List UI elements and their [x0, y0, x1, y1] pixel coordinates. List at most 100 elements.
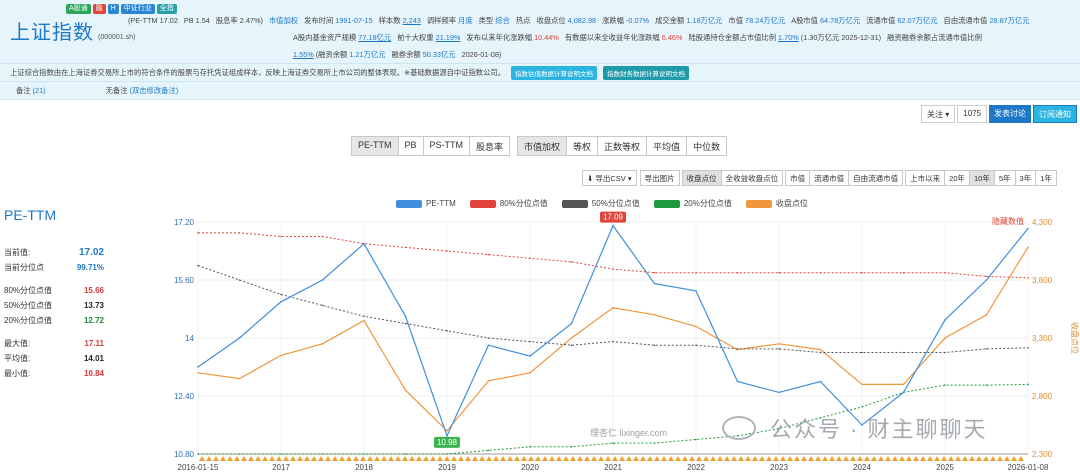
period-5y[interactable]: 5年	[993, 170, 1016, 186]
hide-values-toggle[interactable]: 隐藏数值	[992, 216, 1024, 226]
opt-float-cap[interactable]: 流通市值	[809, 170, 850, 186]
min-value-label: 10.98	[437, 438, 458, 447]
notes-count-link[interactable]: (21)	[33, 86, 46, 95]
data-point	[695, 325, 697, 328]
event-marker	[304, 456, 310, 461]
event-marker	[934, 456, 940, 461]
margin-date: 2026-01-08)	[461, 50, 502, 59]
event-marker	[479, 456, 485, 461]
tab-pe-ttm[interactable]: PE-TTM	[351, 136, 399, 156]
data-point	[404, 246, 407, 249]
data-point	[487, 253, 490, 256]
legend-p20[interactable]: 20%分位点值	[653, 198, 732, 209]
data-point	[446, 329, 448, 332]
edit-note-link[interactable]: (双击修改备注)	[130, 86, 179, 95]
samples-link[interactable]: 2,243	[403, 16, 421, 25]
legend-close[interactable]: 收盘点位	[745, 198, 808, 209]
legend-pe[interactable]: PE-TTM	[396, 199, 456, 208]
data-point	[1027, 383, 1029, 386]
data-point	[612, 340, 614, 343]
tab-equal-weight[interactable]: 等权	[566, 136, 599, 156]
tab-positive-equal-weight[interactable]: 正数等权	[597, 136, 648, 156]
event-marker	[283, 456, 289, 461]
tab-average[interactable]: 平均值	[646, 136, 688, 156]
data-point	[529, 445, 531, 448]
data-point	[487, 337, 490, 339]
stat-p20: 20%分位点值 12.72	[4, 316, 104, 325]
data-point	[736, 380, 739, 383]
opt-market-cap[interactable]: 市值	[785, 170, 811, 186]
period-3y[interactable]: 3年	[1014, 170, 1037, 186]
event-marker	[794, 456, 800, 461]
hot-label[interactable]: 热点	[516, 16, 531, 26]
data-point	[570, 261, 573, 263]
data-point	[238, 337, 241, 339]
period-since-listing[interactable]: 上市以来	[905, 170, 946, 186]
period-20y[interactable]: 20年	[944, 170, 971, 186]
event-marker	[836, 456, 842, 461]
index-code: (000001.sh)	[98, 34, 136, 41]
tab-dividend-yield[interactable]: 股息率	[469, 136, 511, 156]
period-1y[interactable]: 1年	[1035, 170, 1057, 186]
margin-ratio-link[interactable]: 1.55%	[293, 50, 314, 59]
post-discussion-button[interactable]: 发表讨论	[989, 105, 1032, 123]
tab-ps-ttm[interactable]: PS-TTM	[422, 136, 471, 156]
x-tick-label: 2016-01-15	[178, 463, 219, 472]
export-image-button[interactable]: 导出图片	[639, 170, 680, 186]
annual-return: 10.44%	[534, 33, 559, 42]
tab-pb[interactable]: PB	[397, 136, 424, 156]
x-tick-label: 2018	[355, 463, 373, 472]
data-point	[944, 319, 946, 321]
data-point	[778, 391, 780, 394]
follow-button[interactable]: 关注 ▾	[921, 105, 956, 123]
weight-link[interactable]: 市值加权	[269, 16, 298, 26]
opt-total-return-close[interactable]: 全收益收盘点位	[720, 170, 784, 186]
cap-type-group: 市值 流通市值 自由流通市值	[785, 170, 904, 186]
index-badges: A股通 融 H 中证行业 全指	[66, 4, 177, 14]
close-value: 4,082.98	[567, 16, 597, 25]
event-marker	[248, 456, 254, 461]
data-point	[529, 355, 531, 357]
event-marker	[311, 456, 317, 461]
event-marker	[766, 456, 772, 461]
event-marker	[227, 456, 233, 461]
event-marker	[717, 456, 723, 461]
tab-cap-weighted[interactable]: 市值加权	[517, 136, 568, 156]
event-marker	[409, 456, 415, 461]
badge-h: H	[107, 4, 119, 14]
subscribe-button[interactable]: 订阅通知	[1033, 105, 1078, 123]
event-marker	[668, 456, 674, 461]
event-marker	[759, 456, 765, 461]
event-marker	[367, 456, 373, 461]
event-marker	[955, 456, 961, 461]
tab-median[interactable]: 中位数	[686, 136, 728, 156]
event-marker	[388, 456, 394, 461]
data-point	[778, 348, 780, 350]
data-point	[985, 314, 988, 316]
export-csv-button[interactable]: ⬇ 导出CSV ▾	[582, 170, 637, 186]
event-marker	[500, 456, 506, 461]
period-10y[interactable]: 10年	[969, 170, 995, 186]
event-marker	[381, 456, 387, 461]
event-marker	[878, 456, 884, 461]
event-marker	[983, 456, 989, 461]
financial-doc-button[interactable]: 指数财务数据计算说明文档	[603, 65, 689, 80]
opt-free-float-cap[interactable]: 自由流通市值	[848, 170, 904, 186]
valuation-doc-button[interactable]: 指数估值数据计算说明文档	[511, 65, 597, 80]
event-marker	[213, 456, 219, 461]
top10-weight-link[interactable]: 21.19%	[436, 33, 461, 42]
opt-close-price[interactable]: 收盘点位	[681, 170, 722, 186]
data-point	[695, 344, 697, 347]
legend-p50[interactable]: 50%分位点值	[561, 198, 640, 209]
data-point	[238, 232, 241, 234]
securities-lending-balance: 50.33亿元	[422, 50, 456, 59]
legend-p80[interactable]: 80%分位点值	[469, 198, 548, 209]
data-point	[861, 351, 863, 354]
hk-connect-ratio-link[interactable]: 1.70%	[778, 33, 799, 42]
fund-size-link[interactable]: 77.18亿元	[358, 33, 391, 42]
badge-a-stock: A股通	[66, 4, 91, 14]
event-marker	[661, 456, 667, 461]
event-marker	[514, 456, 520, 461]
download-icon: ⬇	[587, 174, 594, 183]
event-marker	[353, 456, 359, 461]
